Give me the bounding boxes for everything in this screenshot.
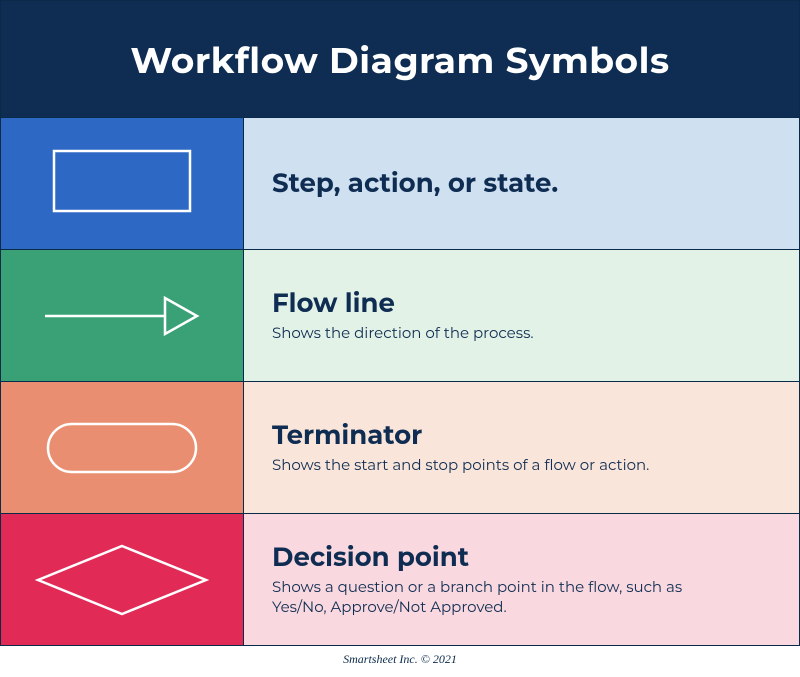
terminator-text-cell: Terminator Shows the start and stop poin… bbox=[244, 382, 799, 513]
rectangle-icon bbox=[52, 149, 192, 219]
terminator-desc: Shows the start and stop points of a flo… bbox=[272, 455, 702, 475]
symbol-row-decision: Decision point Shows a question or a bra… bbox=[1, 513, 799, 645]
step-symbol-cell bbox=[1, 118, 244, 249]
flow-desc: Shows the direction of the process. bbox=[272, 323, 702, 343]
flow-text-cell: Flow line Shows the direction of the pro… bbox=[244, 250, 799, 381]
symbol-row-terminator: Terminator Shows the start and stop poin… bbox=[1, 381, 799, 513]
decision-symbol-cell bbox=[1, 514, 244, 645]
step-text-cell: Step, action, or state. bbox=[244, 118, 799, 249]
decision-desc: Shows a question or a branch point in th… bbox=[272, 577, 702, 618]
decision-text-cell: Decision point Shows a question or a bra… bbox=[244, 514, 799, 645]
header: Workflow Diagram Symbols bbox=[1, 1, 799, 117]
symbol-row-step: Step, action, or state. bbox=[1, 117, 799, 249]
page-title: Workflow Diagram Symbols bbox=[11, 39, 789, 83]
flow-symbol-cell bbox=[1, 250, 244, 381]
terminator-symbol-cell bbox=[1, 382, 244, 513]
diagram-container: Workflow Diagram Symbols Step, action, o… bbox=[0, 0, 800, 646]
footer-credit: Smartsheet Inc. © 2021 bbox=[0, 646, 800, 669]
flow-title: Flow line bbox=[272, 288, 771, 319]
arrow-icon bbox=[37, 286, 207, 346]
diamond-icon bbox=[32, 540, 212, 620]
decision-title: Decision point bbox=[272, 542, 771, 573]
symbol-row-flow: Flow line Shows the direction of the pro… bbox=[1, 249, 799, 381]
stadium-icon bbox=[42, 418, 202, 478]
step-title: Step, action, or state. bbox=[272, 168, 771, 199]
terminator-title: Terminator bbox=[272, 420, 771, 451]
